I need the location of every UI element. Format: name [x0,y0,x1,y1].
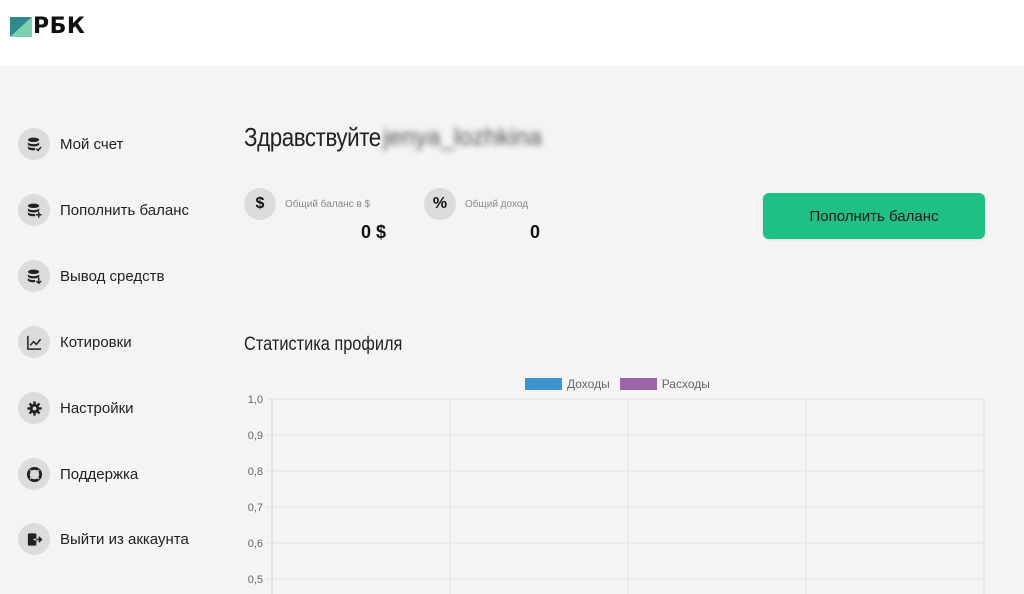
y-tick-label: 0,7 [248,502,263,514]
sidebar-item-label: Выйти из аккаунта [60,530,189,548]
sidebar-item-quotes[interactable]: Котировки [18,325,132,359]
legend-label: Расходы [661,377,710,391]
top-bar: РБК [0,0,1024,66]
y-tick-label: 0,5 [248,574,263,586]
y-tick-label: 1,0 [248,394,263,406]
y-tick-label: 0,9 [248,430,263,442]
sidebar-item-withdraw[interactable]: Вывод средств [18,259,164,293]
sidebar-item-label: Мой счет [60,135,124,153]
chart-legend: Доходы Расходы [525,377,720,391]
greeting: Здравствуйте jenya_lozhkina [244,122,542,153]
rbc-logo[interactable]: РБК [10,16,85,38]
legend-item-expense[interactable]: Расходы [619,377,710,391]
coins-check-icon [18,128,50,160]
sidebar-item-label: Котировки [60,333,132,351]
y-tick-label: 0,8 [248,466,263,478]
coins-plus-icon [18,194,50,226]
sidebar-item-label: Вывод средств [60,267,165,285]
legend-swatch-expense [619,378,657,390]
stat-label: Общий баланс в $ [285,199,371,210]
coins-down-icon [18,260,50,292]
topup-balance-button[interactable]: Пополнить баланс [763,193,985,239]
legend-label: Доходы [567,377,610,391]
logo-text: РБК [33,14,86,39]
sidebar-item-support[interactable]: Поддержка [18,457,138,491]
sidebar-item-logout[interactable]: Выйти из аккаунта [18,522,189,556]
sidebar-item-label: Пополнить баланс [60,201,189,219]
stat-total-income: % Общий доход 0 [424,188,540,248]
greeting-text: Здравствуйте [244,122,381,152]
percent-icon: % [424,188,456,220]
gear-icon [18,392,50,424]
y-tick-label: 0,6 [248,538,263,550]
legend-swatch-income [525,378,562,390]
logo-mark-icon [10,17,32,37]
stat-value: 0 [529,222,540,242]
logout-icon [18,523,50,555]
profile-stats-chart: 1,0 0,9 0,8 0,7 0,6 0,5 [248,394,985,594]
username: jenya_lozhkina [383,123,542,151]
dollar-icon: $ [244,188,276,220]
stat-value: 0 $ [360,222,386,242]
legend-item-income[interactable]: Доходы [525,377,610,391]
stat-total-balance: $ Общий баланс в $ 0 $ [244,188,386,248]
sidebar-item-label: Настройки [60,399,134,417]
sidebar-item-my-account[interactable]: Мой счет [18,127,123,161]
section-title: Статистика профиля [244,334,403,355]
chart-line-icon [18,326,50,358]
stat-label: Общий доход [465,199,529,210]
sidebar-item-settings[interactable]: Настройки [18,391,134,425]
lifebuoy-icon [18,458,50,490]
sidebar-item-label: Поддержка [60,465,139,483]
sidebar-item-topup[interactable]: Пополнить баланс [18,193,189,227]
